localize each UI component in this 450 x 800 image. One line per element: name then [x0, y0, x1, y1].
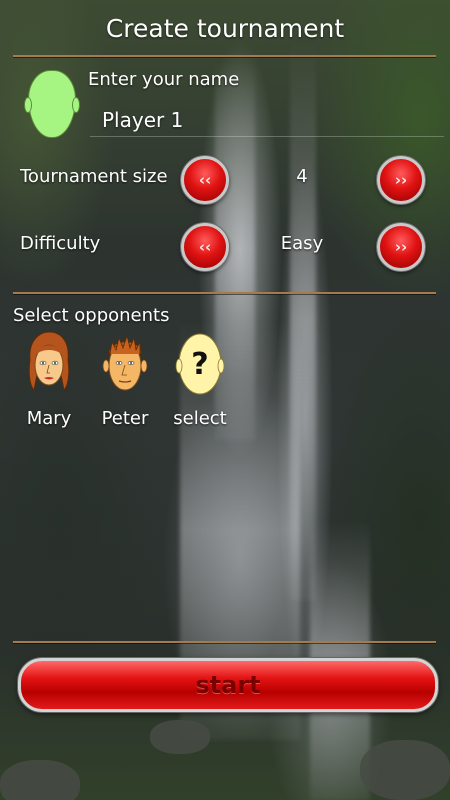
- tournament-size-increase-button[interactable]: ››: [377, 156, 425, 204]
- start-button[interactable]: start: [18, 658, 438, 712]
- opponent-name: select: [173, 408, 227, 429]
- player-name-input[interactable]: [90, 104, 444, 137]
- male-face-icon: [102, 334, 148, 391]
- footer-divider: [13, 641, 436, 643]
- chevrons-left-icon: ‹‹: [198, 170, 212, 189]
- opponent-peter[interactable]: Peter: [94, 330, 156, 429]
- tournament-size-value: 4: [296, 166, 308, 187]
- section-divider: [13, 292, 436, 294]
- opponent-name: Mary: [26, 408, 72, 429]
- name-label: Enter your name: [88, 69, 240, 90]
- question-face-icon: ?: [175, 333, 225, 395]
- tournament-size-label: Tournament size: [20, 166, 168, 187]
- difficulty-label: Difficulty: [20, 233, 101, 254]
- opponent-select[interactable]: ? select: [169, 330, 231, 429]
- header-divider: [13, 55, 436, 57]
- opponent-name: Peter: [101, 408, 149, 429]
- tournament-size-decrease-button[interactable]: ‹‹: [181, 156, 229, 204]
- opponent-mary[interactable]: Mary: [18, 330, 80, 429]
- chevrons-left-icon: ‹‹: [198, 237, 212, 256]
- select-opponents-label: Select opponents: [13, 305, 170, 326]
- chevrons-right-icon: ››: [394, 237, 408, 256]
- female-face-icon: [28, 331, 70, 392]
- question-mark-icon: ?: [191, 347, 208, 382]
- chevrons-right-icon: ››: [394, 170, 408, 189]
- difficulty-value: Easy: [280, 233, 324, 254]
- screen-title: Create tournament: [105, 14, 345, 43]
- difficulty-decrease-button[interactable]: ‹‹: [181, 223, 229, 271]
- difficulty-increase-button[interactable]: ››: [377, 223, 425, 271]
